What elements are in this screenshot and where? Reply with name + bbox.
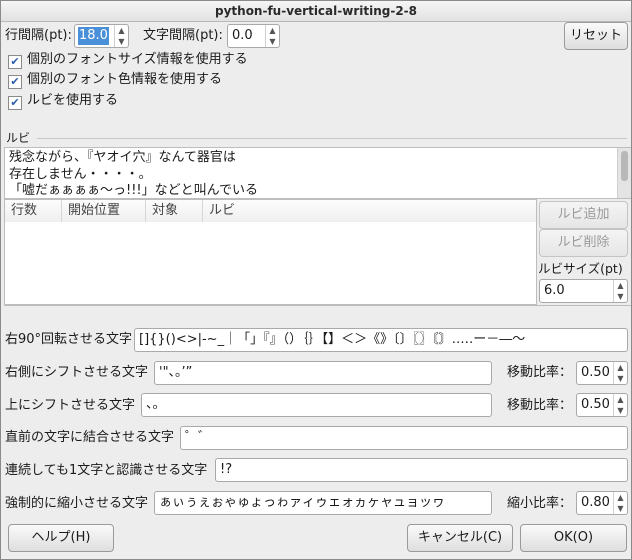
increment-icon[interactable]: ▲ xyxy=(614,492,627,503)
increment-icon[interactable]: ▲ xyxy=(115,25,128,36)
font-size-checkbox-label: 個別のフォントサイズ情報を使用する xyxy=(27,52,248,67)
increment-icon[interactable]: ▲ xyxy=(614,362,627,373)
shrink-ratio-label: 縮小比率： xyxy=(507,496,573,511)
rotate-chars-label: 右90°回転させる文字 xyxy=(5,332,133,347)
ok-button[interactable]: OK(O) xyxy=(520,524,627,552)
delete-ruby-button[interactable]: ルビ削除 xyxy=(539,229,628,257)
char-spacing-label: 文字間隔(pt): xyxy=(143,28,223,43)
spinner-arrows: ▲ ▼ xyxy=(613,394,627,416)
scrollbar-thumb[interactable] xyxy=(621,151,628,181)
decrement-icon[interactable]: ▼ xyxy=(614,291,627,302)
up-ratio-value[interactable]: 0.50 xyxy=(580,396,611,414)
font-color-checkbox[interactable]: ✔ 個別のフォント色情報を使用する xyxy=(8,71,222,89)
text-line: 存在しません・・・・。 xyxy=(9,167,152,182)
decrement-icon[interactable]: ▼ xyxy=(614,405,627,416)
column-header-start[interactable]: 開始位置 xyxy=(62,200,146,222)
single-char-input[interactable]: !? xyxy=(215,458,628,482)
right-ratio-value[interactable]: 0.50 xyxy=(580,364,611,382)
char-spacing-spinner[interactable]: 0.0 ▲ ▼ xyxy=(227,24,280,48)
up-ratio-label: 移動比率： xyxy=(507,398,573,413)
right-ratio-label: 移動比率： xyxy=(507,365,573,380)
line-spacing-spinner[interactable]: 18.0 ▲ ▼ xyxy=(74,24,129,48)
increment-icon[interactable]: ▲ xyxy=(614,280,627,291)
shrink-ratio-value[interactable]: 0.80 xyxy=(580,494,611,512)
line-spacing-value[interactable]: 18.0 xyxy=(78,27,109,45)
right-ratio-spinner[interactable]: 0.50 ▲ ▼ xyxy=(576,361,628,385)
spinner-arrows: ▲ ▼ xyxy=(613,362,627,384)
up-shift-input[interactable]: 、。 xyxy=(141,393,492,417)
ruby-text-view[interactable]: 残念ながら、『ヤオイ穴』なんて器官は 存在しません・・・・。 「嘘だぁぁぁぁ〜っ… xyxy=(4,147,631,199)
up-ratio-spinner[interactable]: 0.50 ▲ ▼ xyxy=(576,393,628,417)
column-header-line[interactable]: 行数 xyxy=(5,200,62,222)
font-size-checkbox[interactable]: ✔ 個別のフォントサイズ情報を使用する xyxy=(8,51,248,69)
text-line: 「嘘だぁぁぁぁ〜っ!!!」などと叫んでいる xyxy=(9,183,258,198)
increment-icon[interactable]: ▲ xyxy=(266,25,279,36)
ruby-size-value[interactable]: 6.0 xyxy=(543,282,566,300)
line-spacing-label: 行間隔(pt): xyxy=(5,28,72,43)
ruby-table[interactable]: 行数 開始位置 対象 ルビ xyxy=(4,199,537,305)
right-shift-label: 右側にシフトさせる文字 xyxy=(5,365,149,380)
use-ruby-checkbox[interactable]: ✔ ルビを使用する xyxy=(8,92,118,110)
spinner-arrows: ▲ ▼ xyxy=(613,280,627,302)
cancel-button[interactable]: キャンセル(C) xyxy=(407,524,513,552)
shrink-chars-label: 強制的に縮小させる文字 xyxy=(5,496,149,511)
text-line: 残念ながら、『ヤオイ穴』なんて器官は xyxy=(9,150,236,165)
decrement-icon[interactable]: ▼ xyxy=(115,36,128,47)
check-icon: ✔ xyxy=(8,96,22,110)
increment-icon[interactable]: ▲ xyxy=(614,394,627,405)
help-button[interactable]: ヘルプ(H) xyxy=(8,524,114,552)
ruby-section-label: ルビ xyxy=(6,131,31,145)
shrink-ratio-spinner[interactable]: 0.80 ▲ ▼ xyxy=(576,491,628,515)
decrement-icon[interactable]: ▼ xyxy=(266,36,279,47)
reset-button[interactable]: リセット xyxy=(564,22,628,50)
decrement-icon[interactable]: ▼ xyxy=(614,373,627,384)
check-icon: ✔ xyxy=(8,75,22,89)
combine-chars-label: 直前の文字に結合させる文字 xyxy=(5,430,175,445)
spinner-arrows: ▲ ▼ xyxy=(613,492,627,514)
check-icon: ✔ xyxy=(8,55,22,69)
column-header-target[interactable]: 対象 xyxy=(146,200,203,222)
section-divider xyxy=(4,305,631,306)
decrement-icon[interactable]: ▼ xyxy=(614,503,627,514)
section-divider xyxy=(37,138,627,139)
up-shift-label: 上にシフトさせる文字 xyxy=(5,398,136,413)
dialog-window: python-fu-vertical-writing-2-8 行間隔(pt): … xyxy=(0,0,632,560)
ruby-size-spinner[interactable]: 6.0 ▲ ▼ xyxy=(539,279,628,303)
rotate-chars-input[interactable]: []{}()<>|-~_｜「」『』（）｛｝【】＜＞《》〔〕〖〗〘〙…‥ー－―〜 xyxy=(134,328,628,352)
window-title: python-fu-vertical-writing-2-8 xyxy=(1,1,631,22)
column-header-ruby[interactable]: ルビ xyxy=(203,200,536,222)
shrink-chars-input[interactable]: ぁぃぅぇぉゃゅょっゎァィゥェォヵヶャュョッヮ xyxy=(154,491,492,515)
text-scrollbar[interactable] xyxy=(617,148,631,198)
use-ruby-checkbox-label: ルビを使用する xyxy=(27,93,119,108)
font-color-checkbox-label: 個別のフォント色情報を使用する xyxy=(27,72,223,87)
single-char-label: 連続しても1文字と認識させる文字 xyxy=(5,463,208,478)
add-ruby-button[interactable]: ルビ追加 xyxy=(539,201,628,229)
right-shift-input[interactable]: '"、。’” xyxy=(154,361,492,385)
combine-chars-input[interactable]: ゜゛ xyxy=(180,426,628,450)
spinner-arrows: ▲ ▼ xyxy=(114,25,128,47)
char-spacing-value[interactable]: 0.0 xyxy=(231,27,254,45)
ruby-size-label: ルビサイズ(pt) xyxy=(538,261,623,276)
spinner-arrows: ▲ ▼ xyxy=(265,25,279,47)
